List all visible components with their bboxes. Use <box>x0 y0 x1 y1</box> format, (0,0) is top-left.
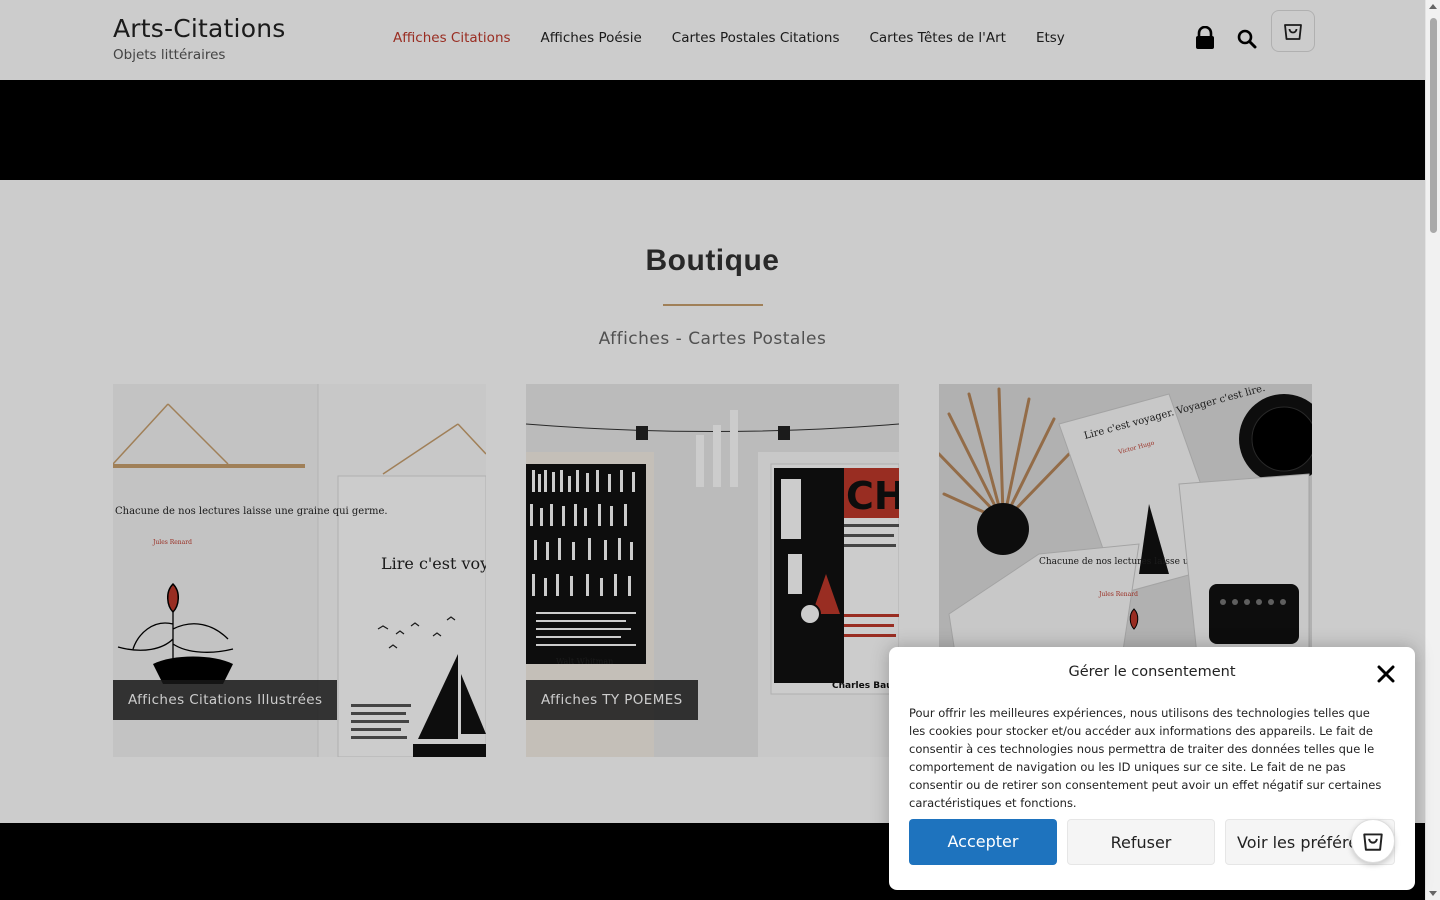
floating-cart-button[interactable] <box>1351 819 1395 863</box>
cart-button[interactable] <box>1271 10 1315 52</box>
lock-icon[interactable] <box>1193 26 1217 50</box>
scrollbar-thumb[interactable] <box>1430 18 1437 233</box>
consent-body: Pour offrir les meilleures expériences, … <box>909 706 1382 810</box>
card-poster-author-left: Walt Whitman <box>556 657 613 666</box>
page-title: Boutique <box>645 244 780 277</box>
nav-item-cartes-tetes-de-l-art[interactable]: Cartes Têtes de l'Art <box>869 30 1005 46</box>
brand[interactable]: Arts-Citations Objets littéraires <box>113 14 285 63</box>
category-card-affiches-citations[interactable]: Chacune de nos lectures laisse une grain… <box>113 384 486 757</box>
svg-text:CH: CH <box>846 474 899 518</box>
accept-button[interactable]: Accepter <box>909 819 1057 865</box>
nav-item-affiches-poesie[interactable]: Affiches Poésie <box>541 30 642 46</box>
consent-dialog: Gérer le consentement Pour offrir les me… <box>889 647 1415 890</box>
card-postcard-author-center: Jules Renard <box>1098 591 1138 598</box>
card-label-affiches-poemes[interactable]: Affiches TY POEMES <box>526 680 698 720</box>
nav-item-etsy[interactable]: Etsy <box>1036 30 1065 46</box>
loading-spinner <box>696 410 738 487</box>
hero-banner <box>0 80 1425 180</box>
card-quote-text: Chacune de nos lectures laisse une grain… <box>115 506 388 517</box>
shop-subtitle: Affiches - Cartes Postales <box>598 329 827 349</box>
cart-icon <box>1363 833 1383 851</box>
page-scrollbar[interactable] <box>1425 0 1440 900</box>
header-actions <box>1193 10 1315 52</box>
title-divider <box>663 304 763 306</box>
site-title[interactable]: Arts-Citations <box>113 14 285 43</box>
main-nav: Affiches Citations Affiches Poésie Carte… <box>393 30 1065 46</box>
nav-item-affiches-citations[interactable]: Affiches Citations <box>393 30 511 46</box>
card-quote-author: Jules Renard <box>152 539 192 546</box>
consent-title: Gérer le consentement <box>1068 664 1236 680</box>
refuse-button[interactable]: Refuser <box>1067 819 1215 865</box>
search-icon[interactable] <box>1237 29 1257 49</box>
card-label-affiches-citations[interactable]: Affiches Citations Illustrées <box>113 680 338 720</box>
site-tagline: Objets littéraires <box>113 47 226 63</box>
site-header: Arts-Citations Objets littéraires Affich… <box>0 0 1425 80</box>
close-icon[interactable] <box>1377 665 1395 683</box>
cart-icon <box>1284 24 1302 40</box>
card-poster-text: Lire c'est voy Voyager c'es <box>381 554 486 573</box>
scroll-down-arrow-icon[interactable] <box>1429 891 1437 896</box>
nav-item-cartes-postales-citations[interactable]: Cartes Postales Citations <box>672 30 840 46</box>
scroll-up-arrow-icon[interactable] <box>1429 4 1437 9</box>
